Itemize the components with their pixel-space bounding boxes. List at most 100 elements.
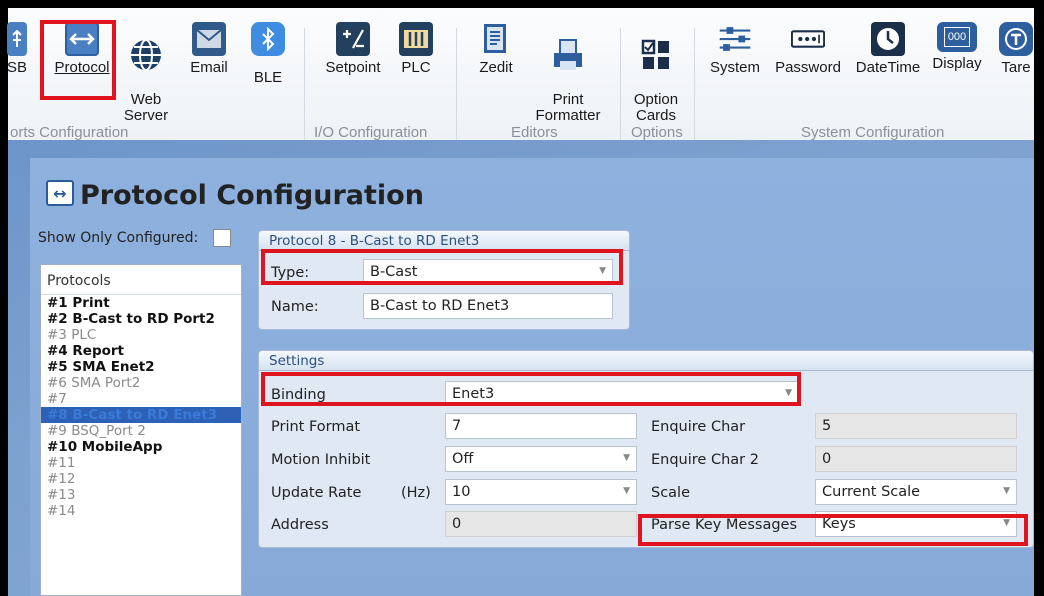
scale-dropdown[interactable]: Current Scale ▼ [815, 479, 1017, 505]
group-ports-configuration: orts Configuration [10, 124, 129, 141]
scale-label: Scale [651, 485, 691, 501]
protocol-list-item[interactable]: #10 MobileApp [41, 439, 241, 455]
main-area: ↔ Protocol Configuration Show Only Confi… [8, 140, 1034, 596]
name-label: Name: [271, 299, 319, 315]
update-rate-value: 10 [452, 484, 471, 500]
binding-value: Enet3 [452, 386, 495, 402]
name-field[interactable]: B-Cast to RD Enet3 [363, 293, 613, 319]
chevron-down-icon: ▼ [1003, 486, 1010, 496]
ribbon-setpoint-button[interactable]: Setpoint [320, 22, 386, 76]
protocol-list-item[interactable]: #4 Report [41, 343, 241, 359]
option-cards-icon [639, 38, 673, 72]
address-label: Address [271, 517, 329, 533]
protocol-list-item[interactable]: #12 [41, 471, 241, 487]
type-value: B-Cast [370, 264, 418, 280]
protocol-list-item[interactable]: #14 [41, 503, 241, 519]
chevron-down-icon: ▼ [785, 388, 792, 398]
protocol-list-item-selected[interactable]: #8 B-Cast to RD Enet3 [41, 407, 241, 423]
parse-key-messages-label: Parse Key Messages [651, 517, 798, 533]
ribbon-protocol-label: Protocol [54, 59, 110, 76]
protocol-arrows-icon [65, 22, 99, 56]
protocol-list-item[interactable]: #5 SMA Enet2 [41, 359, 241, 375]
binding-dropdown[interactable]: Enet3 ▼ [445, 381, 799, 405]
protocol-list-item[interactable]: #2 B-Cast to RD Port2 [41, 311, 241, 327]
protocol-list-item[interactable]: #13 [41, 487, 241, 503]
protocols-list-header: Protocols [41, 265, 241, 295]
update-rate-label: Update Rate [271, 485, 362, 501]
parse-key-messages-dropdown[interactable]: Keys ▼ [815, 511, 1017, 537]
protocol-arrows-icon: ↔ [46, 180, 74, 206]
envelope-icon [192, 22, 226, 56]
ribbon-tare-label: Tare [1001, 59, 1031, 76]
show-only-configured-label: Show Only Configured: [38, 230, 199, 246]
ribbon-option-cards-button[interactable]: Option Cards [628, 22, 684, 124]
motion-inhibit-dropdown[interactable]: Off ▼ [445, 446, 637, 472]
protocol-list-item[interactable]: #11 [41, 455, 241, 471]
password-icon [791, 22, 825, 56]
ribbon-system-button[interactable]: System [706, 22, 764, 76]
enquire-char-field: 5 [815, 413, 1017, 439]
toolbar-ribbon: SB Protocol Web Server Email BLE Setpoin… [0, 0, 1044, 141]
type-label: Type: [271, 265, 310, 281]
update-rate-unit: (Hz) [401, 485, 431, 501]
ribbon-zedit-button[interactable]: Zedit [470, 22, 522, 76]
ribbon-display-button[interactable]: 000 Display [928, 22, 986, 72]
group-editors: Editors [511, 124, 558, 141]
ribbon-tare-button[interactable]: Tare [996, 22, 1036, 76]
print-format-value: 7 [452, 418, 462, 434]
protocols-list-body: #1 Print #2 B-Cast to RD Port2 #3 PLC #4 Re… [41, 295, 241, 519]
update-rate-dropdown[interactable]: 10 ▼ [445, 479, 637, 505]
protocol-config-panel: ↔ Protocol Configuration Show Only Confi… [30, 158, 1034, 596]
ribbon-display-label: Display [932, 55, 982, 72]
ribbon-separator [304, 28, 305, 140]
globe-icon [129, 38, 163, 72]
enquire-char-value: 5 [822, 418, 832, 434]
motion-inhibit-label: Motion Inhibit [271, 452, 371, 468]
protocol-list-item[interactable]: #3 PLC [41, 327, 241, 343]
tare-icon [999, 22, 1033, 56]
enquire-char-label: Enquire Char [651, 419, 746, 435]
setpoint-icon [336, 22, 370, 56]
type-dropdown[interactable]: B-Cast ▼ [363, 259, 613, 285]
protocol-list-item[interactable]: #1 Print [41, 295, 241, 311]
plc-icon [399, 22, 433, 56]
clock-icon [871, 22, 905, 56]
name-value: B-Cast to RD Enet3 [370, 298, 510, 314]
sliders-icon [718, 22, 752, 56]
ribbon-ble-label: BLE [253, 69, 283, 86]
ribbon-password-label: Password [775, 59, 841, 76]
page-title: Protocol Configuration [80, 180, 424, 211]
enquire-char-2-value: 0 [822, 451, 832, 467]
address-field: 0 [445, 511, 637, 537]
ribbon-datetime-button[interactable]: DateTime [850, 22, 926, 76]
ribbon-email-button[interactable]: Email [184, 22, 234, 76]
settings-group-header: Settings [259, 351, 1033, 371]
display-icon: 000 [937, 22, 977, 52]
ribbon-protocol-button[interactable]: Protocol [50, 22, 114, 76]
ribbon-usb-button[interactable]: SB [2, 22, 32, 76]
ribbon-password-button[interactable]: Password [770, 22, 846, 76]
show-only-configured-checkbox[interactable] [213, 229, 231, 247]
ribbon-print-formatter-label: Print Formatter [535, 91, 601, 124]
scale-value: Current Scale [822, 484, 921, 500]
ribbon-web-server-button[interactable]: Web Server [120, 22, 172, 124]
ribbon-zedit-label: Zedit [479, 59, 513, 76]
ribbon-separator [456, 28, 457, 140]
ribbon-plc-button[interactable]: PLC [394, 22, 438, 76]
ribbon-separator [620, 28, 621, 140]
protocol-group-header: Protocol 8 - B-Cast to RD Enet3 [259, 231, 629, 251]
protocol-list-item[interactable]: #9 BSQ_Port 2 [41, 423, 241, 439]
address-value: 0 [452, 516, 462, 532]
ribbon-option-cards-label: Option Cards [633, 91, 679, 124]
ribbon-setpoint-label: Setpoint [325, 59, 381, 76]
ribbon-ble-button[interactable]: BLE [246, 22, 290, 86]
group-io-configuration: I/O Configuration [314, 124, 428, 141]
ribbon-print-formatter-button[interactable]: Print Formatter [528, 22, 608, 124]
protocols-list: Protocols #1 Print #2 B-Cast to RD Port2 #… [40, 264, 242, 596]
group-system-configuration: System Configuration [801, 124, 945, 141]
print-format-field[interactable]: 7 [445, 413, 637, 439]
protocol-list-item[interactable]: #7 [41, 391, 241, 407]
ribbon-email-label: Email [190, 59, 228, 76]
chevron-down-icon: ▼ [623, 486, 630, 496]
protocol-list-item[interactable]: #6 SMA Port2 [41, 375, 241, 391]
